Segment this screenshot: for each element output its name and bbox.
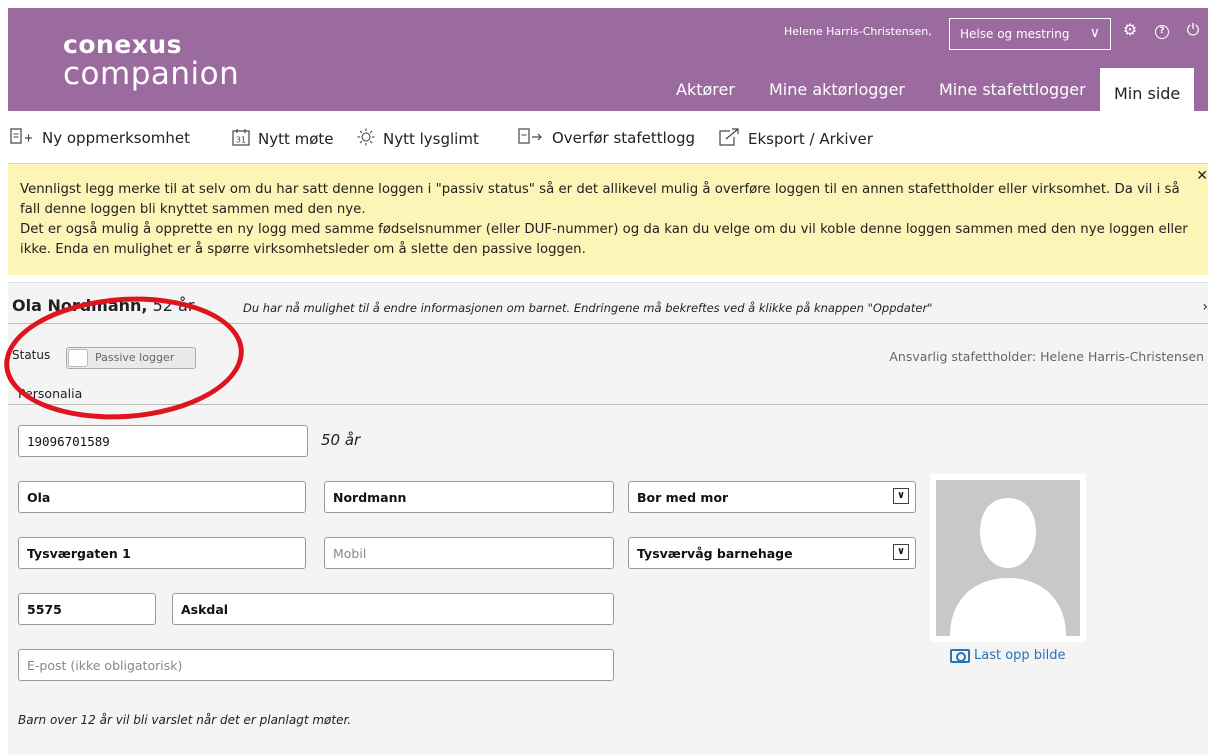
chevron-down-icon: ∨ (893, 544, 909, 560)
status-toggle-label: Passive logger (95, 351, 175, 364)
status-toggle[interactable]: Passive logger (66, 347, 196, 369)
avatar (936, 480, 1080, 636)
tab-min-side[interactable]: Min side (1100, 68, 1195, 111)
chevron-down-icon: ∨ (893, 488, 909, 504)
status-label: Status (12, 348, 51, 362)
organization-select[interactable]: Helse og mestring ∨ (949, 18, 1111, 50)
close-icon[interactable]: ✕ (1196, 166, 1208, 186)
email-placeholder: E-post (ikke obligatorisk) (27, 657, 183, 673)
divider (8, 404, 1208, 405)
toggle-knob (68, 349, 88, 367)
gear-icon[interactable]: ⚙ (1120, 20, 1140, 40)
notification-note: Barn over 12 år vil bli varslet når det … (18, 713, 352, 727)
last-name-value: Nordmann (333, 489, 407, 505)
passive-status-notice: Vennligst legg merke til at selv om du h… (8, 163, 1208, 275)
calendar-day-text: 31 (236, 136, 246, 145)
living-value: Bor med mor (637, 489, 729, 505)
user-name: Helene Harris-Christensen, (784, 25, 932, 38)
profile-photo-frame (930, 474, 1086, 642)
person-name: Ola Nordmann, (12, 296, 148, 315)
ssn-input[interactable]: 19096701589 (18, 425, 308, 457)
computed-age: 50 år (321, 431, 361, 449)
upload-photo-link[interactable]: Last opp bilde (950, 648, 1066, 663)
organization-select-value: Helse og mestring (960, 27, 1070, 41)
logo-conexus: conexus (63, 30, 183, 59)
camera-icon (950, 648, 970, 663)
city-input[interactable]: Askdal (172, 593, 614, 625)
new-attention-button[interactable]: Ny oppmerksomhet (10, 128, 190, 148)
new-glimpse-label: Nytt lysglimt (383, 130, 479, 148)
kindergarten-value: Tysværvåg barnehage (637, 545, 793, 561)
first-name-value: Ola (27, 489, 51, 505)
first-name-input[interactable]: Ola (18, 481, 306, 513)
transfer-log-label: Overfør stafettlogg (552, 129, 696, 147)
calendar-icon: 31 (232, 128, 250, 150)
power-icon[interactable]: ⏻ (1183, 20, 1203, 40)
ssn-value: 19096701589 (27, 433, 110, 449)
postal-code-input[interactable]: 5575 (18, 593, 156, 625)
upload-photo-label: Last opp bilde (974, 648, 1066, 663)
mobile-input[interactable]: Mobil (324, 537, 614, 569)
postal-code-value: 5575 (27, 601, 62, 617)
person-title: Ola Nordmann, 52 år (12, 296, 194, 315)
last-name-input[interactable]: Nordmann (324, 481, 614, 513)
transfer-icon (518, 128, 544, 148)
transfer-log-button[interactable]: Overfør stafettlogg (518, 128, 695, 148)
notice-line-1: Vennligst legg merke til at selv om du h… (20, 182, 1180, 217)
city-value: Askdal (181, 601, 229, 617)
tab-mine-aktorlogger[interactable]: Mine aktørlogger (769, 80, 905, 111)
notice-line-2: Det er også mulig å opprette en ny logg … (20, 222, 1188, 257)
responsible-holder: Ansvarlig stafettholder: Helene Harris-C… (889, 349, 1204, 364)
export-archive-button[interactable]: Eksport / Arkiver (718, 128, 873, 150)
tab-aktorer[interactable]: Aktører (676, 80, 735, 111)
kindergarten-select[interactable]: Tysværvåg barnehage ∨ (628, 537, 916, 569)
divider (8, 323, 1208, 324)
person-age-header: 52 år (152, 296, 195, 315)
new-glimpse-button[interactable]: Nytt lysglimt (357, 128, 479, 150)
app-header: conexus companion Helene Harris-Christen… (8, 8, 1208, 111)
new-attention-label: Ny oppmerksomhet (42, 129, 191, 147)
sun-icon (357, 128, 375, 150)
help-icon[interactable]: ? (1152, 20, 1172, 40)
email-input[interactable]: E-post (ikke obligatorisk) (18, 649, 614, 681)
chevron-right-icon[interactable]: › (1202, 299, 1208, 315)
export-archive-label: Eksport / Arkiver (748, 130, 873, 148)
new-attention-icon (10, 128, 34, 148)
address-value: Tysværgaten 1 (27, 545, 131, 561)
new-meeting-label: Nytt møte (258, 130, 334, 148)
new-meeting-button[interactable]: 31 Nytt møte (232, 128, 334, 150)
edit-info-note: Du har nå mulighet til å endre informasj… (243, 301, 933, 315)
address-input[interactable]: Tysværgaten 1 (18, 537, 306, 569)
tab-mine-stafettlogger[interactable]: Mine stafettlogger (939, 80, 1086, 111)
chevron-down-icon: ∨ (1089, 25, 1100, 41)
avatar-silhouette-icon (936, 480, 1080, 636)
logo-companion: companion (63, 56, 240, 92)
export-icon (718, 128, 740, 150)
mobile-placeholder: Mobil (333, 545, 367, 561)
living-select[interactable]: Bor med mor ∨ (628, 481, 916, 513)
section-title-personalia: Personalia (18, 386, 83, 401)
